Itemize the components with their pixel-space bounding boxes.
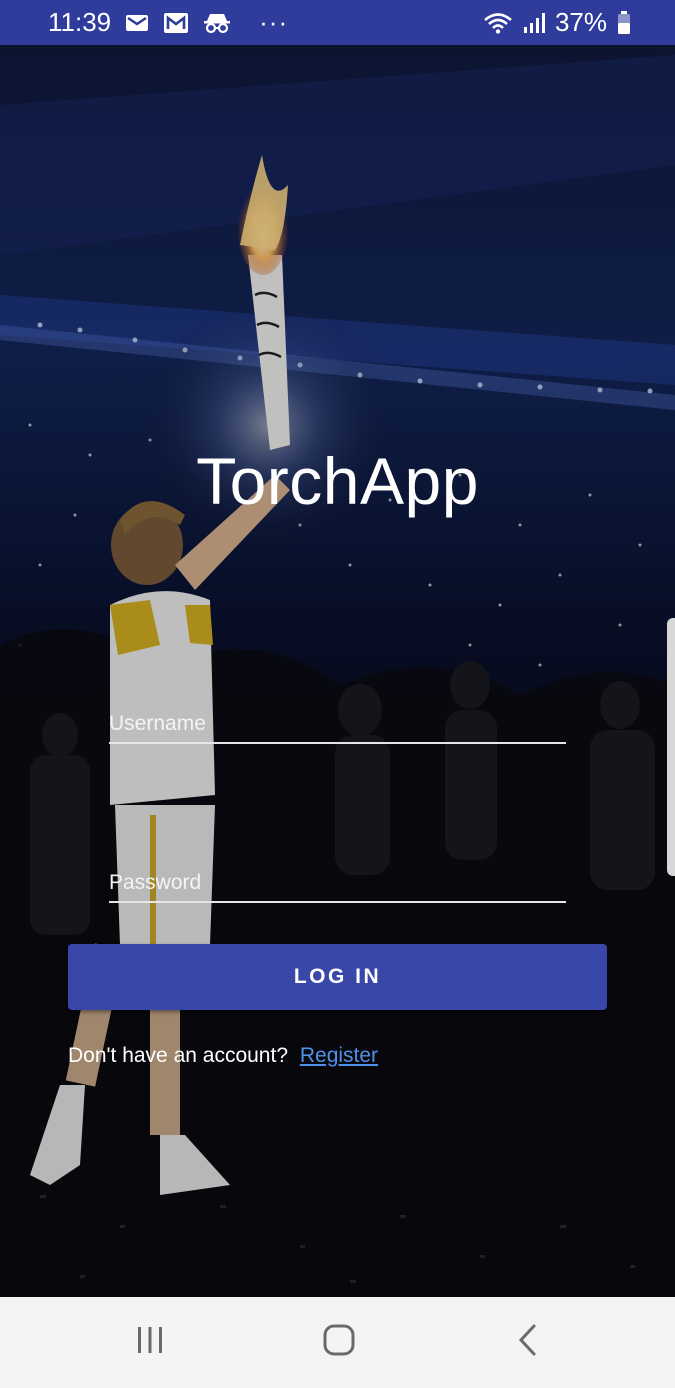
register-prompt: Don't have an account? <box>68 1044 288 1067</box>
login-button[interactable]: LOG IN <box>68 944 607 1010</box>
username-input[interactable] <box>109 712 566 742</box>
battery-percent: 37% <box>554 7 607 37</box>
username-field[interactable] <box>109 712 566 744</box>
back-button[interactable] <box>468 1297 588 1388</box>
status-left: 11:39 ··· <box>48 7 288 38</box>
recents-icon <box>134 1325 166 1360</box>
background-photo <box>0 45 675 1297</box>
navigation-bar <box>0 1297 675 1388</box>
wifi-icon <box>483 12 513 34</box>
incognito-icon <box>203 12 231 34</box>
status-right: 37% <box>483 7 631 38</box>
status-time: 11:39 <box>48 7 112 37</box>
password-field[interactable] <box>109 871 566 903</box>
gmail-icon <box>163 12 189 34</box>
back-icon <box>516 1323 540 1362</box>
recents-button[interactable] <box>90 1297 210 1388</box>
signal-icon <box>523 12 545 34</box>
home-icon <box>322 1323 356 1362</box>
mail-icon <box>125 13 149 33</box>
register-row: Don't have an account? Register <box>68 1044 378 1068</box>
app-title: TorchApp <box>196 444 479 518</box>
status-bar: 11:39 ··· 37% <box>0 0 675 45</box>
edge-panel-handle[interactable] <box>667 618 675 876</box>
register-link[interactable]: Register <box>300 1044 378 1067</box>
password-input[interactable] <box>109 871 566 901</box>
battery-icon <box>617 10 631 35</box>
home-button[interactable] <box>279 1297 399 1388</box>
status-overflow: ··· <box>259 7 289 37</box>
